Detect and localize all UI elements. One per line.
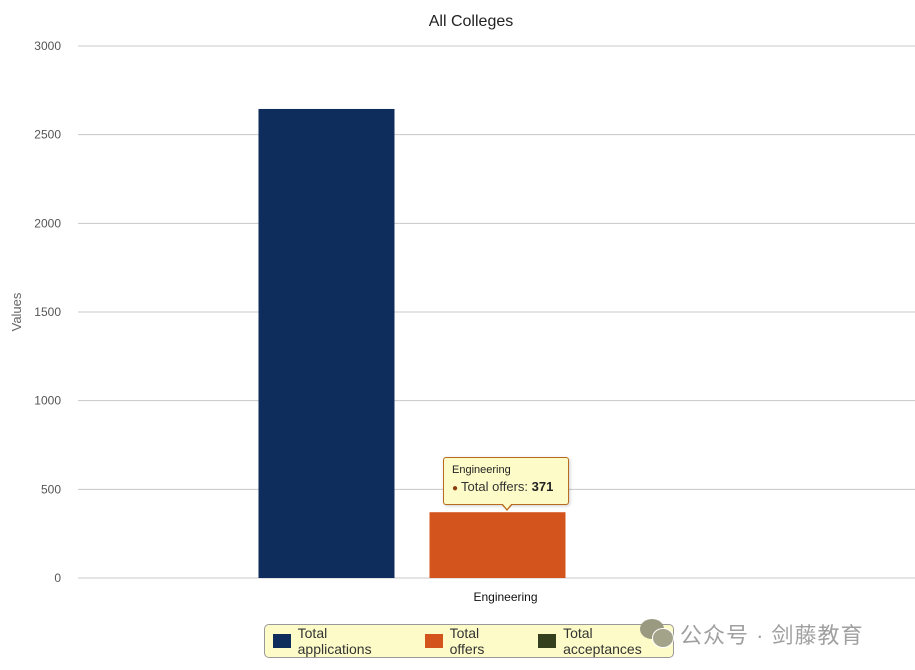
y-tick-label: 1500 <box>34 305 61 319</box>
legend-swatch-icon <box>424 634 443 648</box>
y-tick-label: 500 <box>41 482 61 496</box>
y-tick-label: 2000 <box>34 216 61 230</box>
y-tick-label: 2500 <box>34 128 61 142</box>
chart-title: All Colleges <box>429 13 513 30</box>
y-tick-label: 1000 <box>34 394 61 408</box>
legend-swatch-icon <box>273 634 291 648</box>
x-axis-ticks: Engineering <box>473 590 537 604</box>
legend-swatch-icon <box>538 634 557 648</box>
wechat-icon <box>640 619 674 649</box>
y-axis-label: Values <box>9 292 24 331</box>
legend-label: Total offers <box>449 625 485 657</box>
legend-item-total-offers[interactable]: Total offers <box>424 625 517 657</box>
watermark-text: 公众号 · 剑藤教育 <box>680 623 864 648</box>
tooltip-value: 371 <box>531 479 554 494</box>
y-tick-label: 0 <box>54 571 61 585</box>
tooltip: Engineering ● Total offers: 371 <box>443 457 569 511</box>
bars <box>258 108 566 578</box>
legend-item-total-applications[interactable]: Total applications <box>273 625 403 657</box>
tooltip-bullet-icon: ● <box>452 483 459 494</box>
tooltip-arrow <box>501 503 513 511</box>
bar-total-applications[interactable] <box>258 108 395 578</box>
x-tick-label: Engineering <box>473 590 537 604</box>
tooltip-category: Engineering <box>452 464 511 476</box>
y-axis-ticks: 0 500 1000 1500 2000 2500 3000 <box>34 39 61 585</box>
y-tick-label: 3000 <box>34 39 61 53</box>
legend-label: Total applications <box>297 625 372 657</box>
tooltip-line: ● Total offers: 371 <box>452 479 560 494</box>
tooltip-series-label: Total offers: <box>461 479 532 494</box>
bar-chart: All Colleges 0 500 1000 1500 2000 2500 3000 Va… <box>9 13 915 604</box>
legend: Total applications Total offers Total ac… <box>264 624 674 658</box>
watermark: 公众号 · 剑藤教育 <box>640 618 864 650</box>
bar-total-offers[interactable] <box>429 512 566 578</box>
